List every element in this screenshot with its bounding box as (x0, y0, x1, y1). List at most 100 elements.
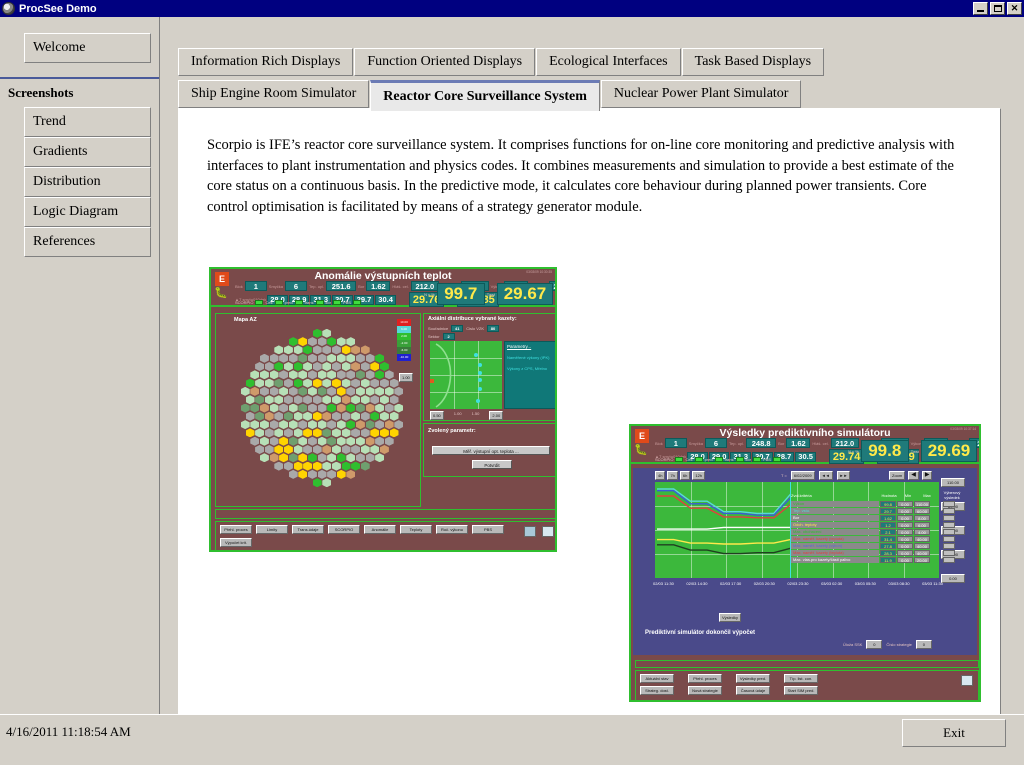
core-assembly[interactable] (336, 436, 346, 446)
criteria-row[interactable]: Výkon 99.8 0.00 110.00 (791, 501, 971, 507)
core-assembly[interactable] (307, 436, 317, 446)
shot1-toolbar-button[interactable]: Teploty (400, 525, 432, 534)
core-assembly[interactable] (283, 362, 293, 371)
parameter-dropdown[interactable]: Měř. výstupní opt. teplota ... (432, 446, 550, 455)
shot2-toolbar-button[interactable]: Přehl. proces (688, 674, 722, 683)
criteria-select-checkbox[interactable] (943, 508, 955, 514)
core-assembly[interactable] (240, 403, 250, 413)
parameter-confirm-button[interactable]: Potvrdit (472, 460, 512, 469)
core-assembly[interactable] (269, 420, 279, 430)
core-assembly[interactable] (341, 345, 351, 355)
core-assembly[interactable] (379, 362, 389, 371)
core-assembly[interactable] (288, 420, 298, 430)
core-assembly[interactable] (346, 420, 356, 430)
core-assembly[interactable] (365, 420, 375, 430)
core-assembly[interactable] (255, 428, 265, 438)
core-assembly[interactable] (379, 378, 389, 388)
core-assembly[interactable] (327, 353, 337, 363)
core-assembly[interactable] (341, 411, 351, 421)
shot1-toolbar-button[interactable]: Výpočet krit. (220, 538, 252, 547)
core-assembly[interactable] (317, 353, 327, 363)
core-assembly[interactable] (360, 395, 370, 405)
core-assembly[interactable] (365, 386, 375, 396)
core-assembly[interactable] (259, 386, 269, 396)
core-assembly[interactable] (269, 403, 279, 413)
core-assembly[interactable] (288, 370, 298, 380)
core-assembly[interactable] (250, 403, 260, 413)
core-assembly[interactable] (351, 345, 361, 355)
core-assembly[interactable] (259, 353, 269, 363)
core-assembly[interactable] (322, 478, 332, 488)
criteria-row[interactable]: Max. naměř. kazety (výkon) 27.8 0.00 40.00 (791, 543, 971, 549)
core-assembly[interactable] (303, 345, 313, 355)
core-assembly[interactable] (283, 345, 293, 355)
core-assembly[interactable] (240, 420, 250, 430)
shot1-toolbar-button[interactable]: Přehl. proces (220, 525, 252, 534)
core-assembly[interactable] (259, 453, 269, 463)
core-assembly[interactable] (307, 353, 317, 363)
core-assembly[interactable] (346, 453, 356, 463)
core-assembly[interactable] (288, 353, 298, 363)
tab-task-based-displays[interactable]: Task Based Displays (681, 48, 825, 76)
core-assembly[interactable] (346, 403, 356, 413)
core-assembly[interactable] (283, 378, 293, 388)
core-assembly[interactable] (331, 395, 341, 405)
core-assembly[interactable] (274, 395, 284, 405)
core-assembly[interactable] (355, 420, 365, 430)
core-map-section[interactable]: Mapa AZ (215, 313, 421, 507)
shot2-toolbar-button[interactable]: Típ. list. con. (784, 674, 818, 683)
minimize-button[interactable] (973, 2, 988, 15)
core-assembly[interactable] (312, 345, 322, 355)
core-assembly[interactable] (365, 353, 375, 363)
chart-range-button[interactable]: 6h (679, 471, 691, 480)
shot1-toolbar-button[interactable]: Roč. výkonu (436, 525, 468, 534)
core-assembly[interactable] (250, 386, 260, 396)
core-assembly[interactable] (293, 395, 303, 405)
core-assembly[interactable] (394, 386, 404, 396)
core-assembly[interactable] (283, 395, 293, 405)
core-assembly[interactable] (264, 428, 274, 438)
core-assembly[interactable] (336, 453, 346, 463)
core-assembly[interactable] (351, 378, 361, 388)
core-assembly[interactable] (317, 420, 327, 430)
core-assembly[interactable] (293, 445, 303, 454)
core-assembly[interactable] (269, 370, 279, 380)
core-assembly[interactable] (360, 362, 370, 371)
core-assembly[interactable] (274, 345, 284, 355)
core-assembly[interactable] (303, 445, 313, 454)
core-assembly[interactable] (245, 428, 255, 438)
core-assembly[interactable] (274, 362, 284, 371)
core-assembly[interactable] (370, 411, 380, 421)
core-assembly[interactable] (351, 445, 361, 454)
core-assembly[interactable] (355, 436, 365, 446)
core-assembly[interactable] (264, 445, 274, 454)
chart-range-button[interactable]: 7h (667, 471, 678, 480)
core-assembly[interactable] (288, 386, 298, 396)
core-assembly[interactable] (274, 378, 284, 388)
core-assembly[interactable] (307, 386, 317, 396)
core-assembly[interactable] (365, 436, 375, 446)
core-assembly[interactable] (307, 469, 317, 479)
core-assembly[interactable] (279, 370, 289, 380)
core-assembly[interactable] (360, 428, 370, 438)
core-assembly[interactable] (360, 461, 370, 471)
core-assembly[interactable] (375, 370, 385, 380)
core-assembly[interactable] (360, 378, 370, 388)
chart-range-button[interactable]: 4h (655, 471, 666, 480)
core-assembly[interactable] (288, 403, 298, 413)
core-assembly[interactable] (327, 370, 337, 380)
core-assembly[interactable] (331, 428, 341, 438)
core-assembly[interactable] (279, 420, 289, 430)
core-assembly[interactable] (336, 403, 346, 413)
core-assembly[interactable] (317, 453, 327, 463)
core-assembly[interactable] (389, 395, 399, 405)
criteria-row[interactable]: Max. obohacení 2.1 0.00 4.00 (791, 529, 971, 535)
core-assembly[interactable] (341, 445, 351, 454)
shot2-toolbar-button[interactable]: Aktuální stav (640, 674, 674, 683)
core-assembly[interactable] (322, 395, 332, 405)
chart-scroll-left[interactable]: ◀ (908, 471, 919, 480)
core-assembly[interactable] (269, 386, 279, 396)
legend-scale-button[interactable]: 1.00 (399, 373, 413, 382)
core-assembly[interactable] (259, 420, 269, 430)
core-assembly[interactable] (351, 362, 361, 371)
